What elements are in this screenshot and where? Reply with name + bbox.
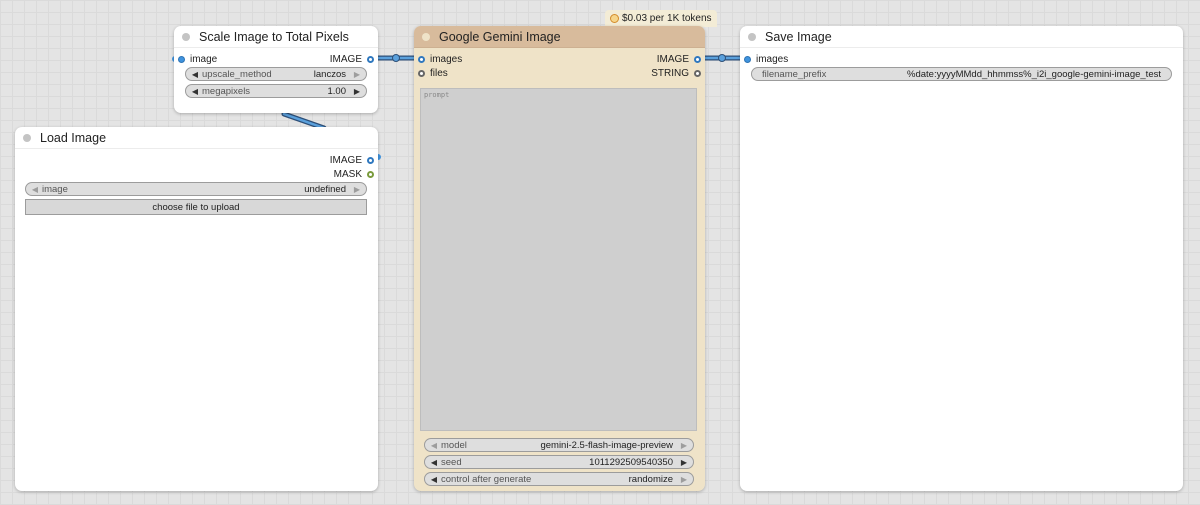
- output-slot-image[interactable]: IMAGE: [657, 53, 701, 65]
- widget-image-select[interactable]: ◀ image undefined ▶: [25, 182, 367, 196]
- slot-label: MASK: [333, 168, 362, 180]
- node-load-image-title[interactable]: Load Image: [15, 127, 378, 149]
- slot-label: images: [756, 53, 789, 65]
- node-save-image-title[interactable]: Save Image: [740, 26, 1183, 48]
- output-port-dot-icon[interactable]: [694, 69, 701, 77]
- slot-label: IMAGE: [329, 154, 362, 166]
- right-arrow-icon[interactable]: ▶: [352, 87, 362, 96]
- output-port-dot-icon[interactable]: [367, 170, 374, 178]
- left-arrow-icon[interactable]: ◀: [190, 87, 200, 96]
- widget-value: undefined: [304, 183, 346, 195]
- slot-label: files: [430, 67, 448, 79]
- node-scale-image-title[interactable]: Scale Image to Total Pixels: [174, 26, 378, 48]
- link-load-to-scale-inner: [282, 112, 326, 130]
- output-port-dot-icon[interactable]: [694, 55, 701, 63]
- slot-label: images: [430, 53, 463, 65]
- price-badge: $0.03 per 1K tokens: [605, 10, 717, 27]
- widget-label: image: [42, 183, 68, 195]
- node-gemini-title[interactable]: Google Gemini Image: [414, 26, 705, 48]
- widget-value: lanczos: [313, 68, 346, 80]
- widget-megapixels[interactable]: ◀ megapixels 1.00 ▶: [185, 84, 367, 98]
- node-scale-image[interactable]: Scale Image to Total Pixels image IMAGE …: [174, 26, 378, 113]
- node-title-label: Scale Image to Total Pixels: [199, 29, 349, 44]
- left-arrow-icon[interactable]: ◀: [190, 70, 200, 79]
- left-arrow-icon[interactable]: ◀: [429, 475, 439, 484]
- widget-seed[interactable]: ◀ seed 1011292509540350 ▶: [424, 455, 694, 469]
- link-midpoint-2[interactable]: [718, 54, 726, 62]
- node-title-label: Save Image: [765, 29, 832, 44]
- right-arrow-icon[interactable]: ▶: [352, 185, 362, 194]
- right-arrow-icon[interactable]: ▶: [679, 458, 689, 467]
- widget-model[interactable]: ◀ model gemini-2.5-flash-image-preview ▶: [424, 438, 694, 452]
- node-title-label: Load Image: [40, 130, 107, 145]
- output-port-dot-icon[interactable]: [367, 156, 374, 164]
- input-slot-image[interactable]: image: [178, 53, 217, 65]
- link-midpoint-1[interactable]: [392, 54, 400, 62]
- widget-filename-prefix[interactable]: filename_prefix %date:yyyyMMdd_hhmmss%_i…: [751, 67, 1172, 81]
- widget-label: seed: [441, 456, 462, 468]
- right-arrow-icon[interactable]: ▶: [679, 475, 689, 484]
- input-port-dot-icon[interactable]: [418, 55, 425, 63]
- input-slot-files[interactable]: files: [418, 67, 448, 79]
- output-slot-image[interactable]: IMAGE: [330, 53, 374, 65]
- node-title-label: Google Gemini Image: [439, 29, 561, 44]
- output-port-dot-icon[interactable]: [367, 55, 374, 63]
- widget-upscale-method[interactable]: ◀ upscale_method lanczos ▶: [185, 67, 367, 81]
- widget-value: 1011292509540350: [589, 456, 673, 468]
- node-load-image[interactable]: Load Image IMAGE MASK ◀ image undefined …: [15, 127, 378, 491]
- slot-label: IMAGE: [656, 53, 689, 65]
- widget-value: 1.00: [327, 85, 347, 97]
- node-save-image[interactable]: Save Image images filename_prefix %date:…: [740, 26, 1183, 491]
- slot-label: STRING: [651, 67, 689, 79]
- widget-label: upscale_method: [202, 68, 272, 80]
- node-gemini-image[interactable]: Google Gemini Image images files IMAGE S…: [414, 26, 705, 491]
- widget-label: model: [441, 439, 467, 451]
- left-arrow-icon[interactable]: ◀: [30, 185, 40, 194]
- status-dot-icon: [748, 32, 756, 41]
- prompt-textarea[interactable]: prompt: [420, 88, 697, 431]
- widget-value: %date:yyyyMMdd_hhmmss%_i2i_google-gemini…: [907, 68, 1161, 80]
- widget-control-after-generate[interactable]: ◀ control after generate randomize ▶: [424, 472, 694, 486]
- status-dot-icon: [422, 32, 430, 41]
- input-slot-images[interactable]: images: [418, 53, 462, 65]
- output-slot-mask[interactable]: MASK: [334, 168, 374, 180]
- status-dot-icon: [182, 32, 190, 41]
- price-badge-text: $0.03 per 1K tokens: [622, 13, 712, 24]
- input-port-dot-icon[interactable]: [178, 55, 185, 63]
- widget-label: megapixels: [202, 85, 251, 97]
- input-port-dot-icon[interactable]: [418, 69, 425, 77]
- left-arrow-icon[interactable]: ◀: [429, 441, 439, 450]
- output-slot-string[interactable]: STRING: [651, 67, 701, 79]
- choose-file-button[interactable]: choose file to upload: [25, 199, 367, 215]
- prompt-placeholder: prompt: [424, 91, 450, 99]
- link-load-to-scale: [281, 111, 327, 131]
- input-port-dot-icon[interactable]: [744, 55, 751, 63]
- input-slot-images[interactable]: images: [744, 53, 788, 65]
- status-dot-icon: [23, 133, 31, 142]
- coin-icon: [610, 14, 619, 23]
- slot-label: image: [190, 53, 218, 65]
- left-arrow-icon[interactable]: ◀: [429, 458, 439, 467]
- output-slot-image[interactable]: IMAGE: [330, 154, 374, 166]
- slot-label: IMAGE: [329, 53, 362, 65]
- widget-label: control after generate: [441, 473, 532, 485]
- right-arrow-icon[interactable]: ▶: [679, 441, 689, 450]
- widget-label: filename_prefix: [762, 68, 827, 80]
- right-arrow-icon[interactable]: ▶: [352, 70, 362, 79]
- widget-value: gemini-2.5-flash-image-preview: [540, 439, 673, 451]
- widget-value: randomize: [628, 473, 673, 485]
